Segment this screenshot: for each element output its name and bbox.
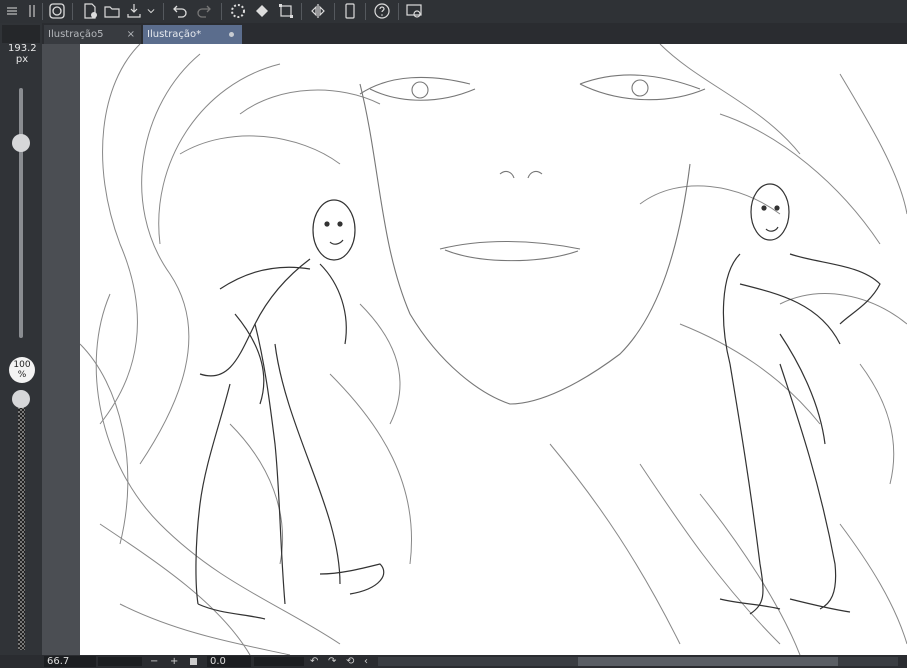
- tab-ilustracao-active[interactable]: Ilustração*: [143, 25, 242, 44]
- separator: [301, 3, 302, 20]
- sketch-artwork: [80, 44, 907, 655]
- left-figure-sketch: [195, 199, 385, 620]
- top-toolbar: [0, 0, 907, 24]
- panel-header: [2, 25, 40, 43]
- redo-icon[interactable]: [194, 1, 214, 21]
- menu-icon[interactable]: [2, 1, 22, 21]
- opacity-slider[interactable]: [18, 405, 25, 650]
- zoom-input[interactable]: 66.7: [44, 656, 96, 667]
- rotate-left-icon[interactable]: ↶: [310, 655, 318, 668]
- brush-size-readout: 193.2 px: [8, 43, 37, 65]
- save-icon[interactable]: [124, 1, 144, 21]
- smartphone-icon[interactable]: [340, 1, 360, 21]
- brush-size-slider-handle[interactable]: [12, 134, 30, 152]
- help-icon[interactable]: [372, 1, 392, 21]
- reset-rotation-icon[interactable]: ⟲: [346, 655, 354, 668]
- loading-icon[interactable]: [228, 1, 248, 21]
- dropdown-icon[interactable]: [144, 1, 158, 21]
- right-figure-sketch: [719, 183, 881, 615]
- separator: [221, 3, 222, 20]
- canvas-gutter: [42, 44, 80, 655]
- transform-icon[interactable]: [276, 1, 296, 21]
- background-hair-sketch: [80, 44, 907, 655]
- scrollbar-thumb[interactable]: [578, 657, 838, 666]
- tab-label: Ilustração*: [147, 29, 202, 40]
- tab-ilustracao5[interactable]: Ilustração5 ×: [44, 25, 141, 44]
- zoom-out-button[interactable]: −: [150, 655, 158, 668]
- separator: [365, 3, 366, 20]
- rotation-input[interactable]: 0.0: [207, 656, 251, 667]
- fill-icon[interactable]: [252, 1, 272, 21]
- separator: [334, 3, 335, 20]
- flip-icon[interactable]: [308, 1, 328, 21]
- open-folder-icon[interactable]: [102, 1, 122, 21]
- status-bar: 66.7 − + 0.0 ↶ ↷ ⟲ ‹: [0, 655, 907, 668]
- document-tab-bar: Ilustração5 × Ilustração*: [0, 23, 907, 44]
- screen-icon[interactable]: [404, 1, 424, 21]
- rotation-slider[interactable]: [254, 657, 304, 666]
- unsaved-dot-icon: [229, 32, 234, 37]
- new-file-icon[interactable]: [80, 1, 100, 21]
- close-icon[interactable]: ×: [127, 25, 135, 44]
- brush-size-slider[interactable]: [19, 88, 23, 338]
- chevron-left-icon[interactable]: ‹: [364, 655, 368, 668]
- separator: [42, 3, 43, 20]
- brush-size-unit: px: [15, 54, 29, 65]
- opacity-value: 100: [13, 360, 31, 370]
- zoom-slider[interactable]: [98, 657, 142, 666]
- pin-icon[interactable]: [22, 1, 42, 21]
- clip-studio-icon[interactable]: [47, 1, 67, 21]
- horizontal-scrollbar[interactable]: [378, 657, 898, 666]
- separator: [163, 3, 164, 20]
- face-sketch: [359, 74, 706, 405]
- brush-size-value: 193.2: [8, 43, 37, 54]
- drawing-canvas[interactable]: [80, 44, 907, 655]
- separator: [72, 3, 73, 20]
- opacity-unit: %: [17, 370, 27, 380]
- undo-icon[interactable]: [170, 1, 190, 21]
- opacity-slider-handle[interactable]: [12, 390, 30, 408]
- rotate-right-icon[interactable]: ↷: [328, 655, 336, 668]
- opacity-readout: 100 %: [9, 357, 35, 383]
- separator: [398, 3, 399, 20]
- zoom-in-button[interactable]: +: [170, 655, 178, 668]
- tab-label: Ilustração5: [48, 29, 104, 40]
- fit-icon[interactable]: [190, 658, 197, 665]
